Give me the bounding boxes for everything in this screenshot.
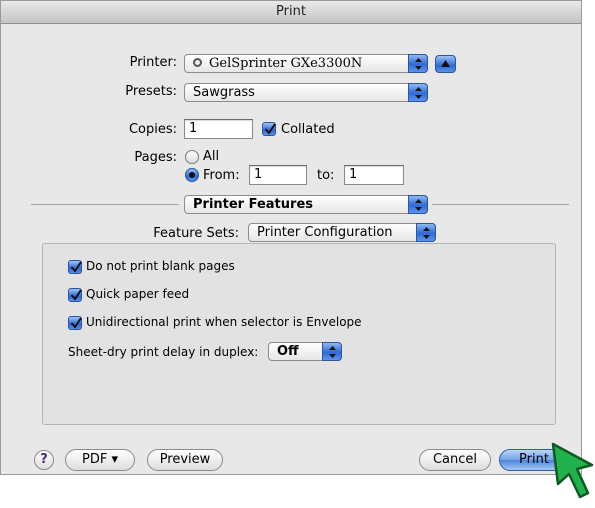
presets-popup[interactable]: Sawgrass — [184, 83, 428, 102]
feature-sets-popup[interactable]: Printer Configuration — [248, 223, 436, 242]
pages-label: Pages: — [134, 150, 177, 165]
quick-feed-checkbox[interactable] — [68, 288, 82, 302]
collated-label: Collated — [281, 122, 335, 137]
duplex-delay-popup[interactable]: Off — [268, 342, 342, 361]
unidirectional-checkbox[interactable] — [68, 316, 82, 330]
duplex-delay-arrows-icon — [322, 342, 342, 361]
presets-popup-value: Sawgrass — [193, 85, 255, 100]
preview-button[interactable]: Preview — [147, 449, 223, 471]
printer-status-icon — [193, 58, 202, 67]
blank-pages-checkbox[interactable] — [68, 260, 82, 274]
pages-from-radio[interactable] — [185, 168, 199, 182]
pages-all-radio[interactable] — [185, 150, 199, 164]
printer-features-panel: Do not print blank pages Quick paper fee… — [42, 243, 556, 425]
checkmark-icon — [70, 261, 82, 273]
unidirectional-label: Unidirectional print when selector is En… — [86, 315, 362, 329]
printer-popup-value: GelSprinter GXe3300N — [209, 56, 363, 71]
pointer-cursor-icon — [551, 442, 594, 499]
collated-checkbox[interactable] — [262, 122, 276, 136]
feature-sets-popup-value: Printer Configuration — [257, 225, 393, 240]
pages-all-label: All — [203, 149, 220, 164]
duplex-delay-label: Sheet-dry print delay in duplex: — [68, 345, 259, 359]
section-popup-value: Printer Features — [193, 197, 313, 212]
section-divider-right — [432, 204, 569, 205]
printer-popup[interactable]: GelSprinter GXe3300N — [184, 54, 428, 73]
copies-label: Copies: — [128, 122, 177, 137]
checkmark-icon — [70, 317, 82, 329]
pages-to-field[interactable]: 1 — [344, 165, 404, 185]
checkmark-icon — [264, 123, 276, 135]
printer-label: Printer: — [129, 55, 177, 70]
presets-label: Presets: — [125, 84, 177, 99]
checkmark-icon — [70, 289, 82, 301]
printer-details-toggle-button[interactable] — [435, 55, 456, 73]
pages-from-label: From: — [203, 168, 240, 183]
feature-sets-label: Feature Sets: — [153, 226, 239, 241]
window-title: Print — [1, 1, 581, 24]
pages-from-field[interactable]: 1 — [249, 165, 307, 185]
duplex-delay-value: Off — [277, 344, 299, 359]
pages-to-label: to: — [317, 168, 335, 183]
blank-pages-label: Do not print blank pages — [86, 259, 235, 273]
copies-field[interactable]: 1 — [184, 119, 253, 139]
help-button[interactable]: ? — [34, 450, 54, 470]
printer-popup-arrows-icon — [408, 54, 428, 73]
disclosure-up-icon — [441, 60, 450, 67]
cancel-button[interactable]: Cancel — [419, 449, 491, 471]
section-popup-arrows-icon — [408, 195, 428, 214]
presets-popup-arrows-icon — [408, 83, 428, 102]
pdf-menu-button[interactable]: PDF ▾ — [65, 449, 135, 471]
quick-feed-label: Quick paper feed — [86, 287, 190, 301]
section-divider-left — [31, 204, 179, 205]
feature-sets-popup-arrows-icon — [416, 223, 436, 242]
print-dialog: Print Printer: GelSprinter GXe3300N Pres… — [0, 0, 582, 475]
section-popup[interactable]: Printer Features — [184, 195, 428, 214]
